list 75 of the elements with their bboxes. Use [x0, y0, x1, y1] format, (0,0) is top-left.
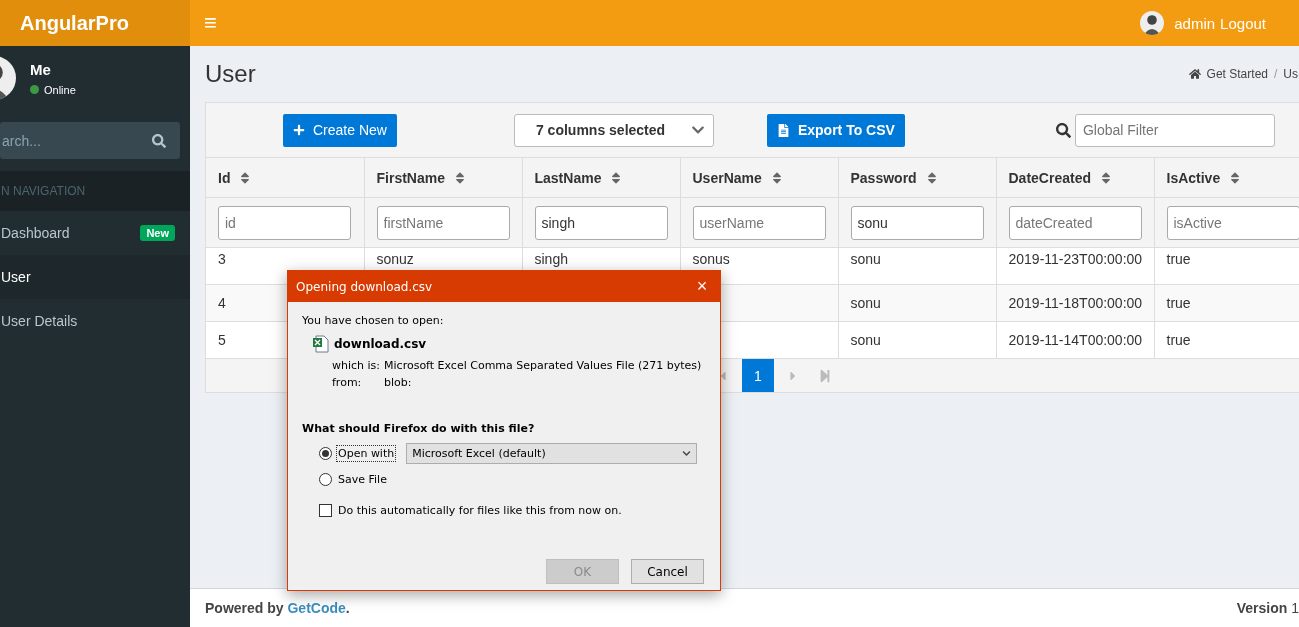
- option-label[interactable]: Open with: [336, 445, 397, 462]
- column-header[interactable]: IsActive: [1154, 157, 1299, 198]
- table-cell: 5: [218, 332, 226, 348]
- new-badge: New: [140, 225, 175, 241]
- column-filter-field[interactable]: firstName: [376, 205, 510, 240]
- column-filter-field[interactable]: userName: [692, 205, 826, 240]
- column-header[interactable]: Password: [838, 157, 996, 198]
- column-filter-field[interactable]: sonu: [850, 205, 984, 240]
- dialog-button[interactable]: Cancel: [631, 559, 704, 584]
- file-type: Microsoft Excel Comma Separated Values File (271 bytes): [384, 359, 703, 372]
- sidebar-search-field[interactable]: arch...: [0, 122, 180, 159]
- table-cell: true: [1166, 251, 1191, 267]
- columns-dropdown[interactable]: 7 columns selected: [513, 113, 714, 147]
- search-input[interactable]: arch...: [0, 131, 120, 150]
- file-icon: [776, 123, 790, 137]
- checkbox[interactable]: [319, 504, 332, 517]
- user-name: Me: [30, 60, 52, 78]
- table-cell: sonu: [850, 295, 881, 311]
- table-cell: 4: [218, 295, 226, 311]
- search-icon[interactable]: [152, 133, 166, 148]
- breadcrumb-link[interactable]: Us: [1283, 67, 1298, 81]
- create-new-button[interactable]: Create New: [283, 113, 397, 147]
- global-filter-field[interactable]: Global Filter: [1074, 113, 1275, 147]
- column-filter-field[interactable]: id: [218, 205, 351, 240]
- status-dot: [30, 85, 39, 94]
- chevron-down-icon: [682, 449, 692, 458]
- table-cell: singh: [534, 251, 568, 267]
- status-text: Online: [44, 83, 76, 96]
- application-select[interactable]: Microsoft Excel (default): [406, 443, 698, 464]
- radio-button[interactable]: [319, 447, 332, 460]
- dialog-question: What should Firefox do with this file?: [302, 422, 536, 435]
- table-cell: sonus: [692, 251, 730, 267]
- checkbox-label[interactable]: Do this automatically for files like this from now on.: [336, 502, 624, 519]
- column-header[interactable]: UserName: [680, 157, 838, 198]
- table-cell: 2019-11-18T00:00:00: [1008, 295, 1143, 311]
- column-header[interactable]: FirstName: [364, 157, 522, 198]
- user-avatar: [1140, 11, 1165, 35]
- footer-text: Powered by GetCode.: [205, 600, 350, 616]
- footer-link[interactable]: GetCode: [287, 600, 346, 616]
- column-filter-field[interactable]: singh: [534, 205, 668, 240]
- column-filter-field[interactable]: dateCreated: [1008, 205, 1142, 240]
- close-button[interactable]: ×: [692, 276, 712, 297]
- table-cell: sonu: [850, 332, 881, 348]
- table-cell: true: [1166, 332, 1191, 348]
- home-icon: [1188, 68, 1201, 80]
- section-header: N NAVIGATION: [0, 171, 190, 211]
- column-filter-field[interactable]: isActive: [1166, 205, 1299, 240]
- breadcrumb-separator: /: [1274, 67, 1278, 81]
- table-cell: sonuz: [376, 251, 414, 267]
- plus-icon: [293, 124, 305, 136]
- file-name: download.csv: [334, 337, 427, 351]
- version-text: Version 1: [1236, 600, 1299, 616]
- column-header[interactable]: DateCreated: [996, 157, 1154, 198]
- sort-icon[interactable]: [1099, 170, 1113, 185]
- table-cell: true: [1166, 295, 1191, 311]
- dialog-text: You have chosen to open:: [302, 314, 445, 327]
- table-cell: 2019-11-23T00:00:00: [1008, 251, 1143, 267]
- column-header[interactable]: LastName: [522, 157, 680, 198]
- table-cell: 3: [218, 251, 226, 267]
- page-title: User: [205, 60, 256, 88]
- page-button[interactable]: 1: [742, 359, 774, 392]
- table-cell: sonu: [850, 251, 881, 267]
- table-cell: 2019-11-14T00:00:00: [1008, 332, 1143, 348]
- file-source: blob:: [384, 376, 413, 389]
- dialog-title: Opening download.csv: [296, 279, 433, 294]
- breadcrumb-link[interactable]: Get Started: [1206, 67, 1268, 81]
- column-header[interactable]: Id: [206, 157, 364, 198]
- option-label[interactable]: Save File: [336, 471, 389, 488]
- info-label: which is:: [332, 359, 381, 372]
- radio-button[interactable]: [319, 473, 332, 486]
- sidebar-item[interactable]: User: [0, 255, 190, 299]
- info-label: from:: [332, 376, 363, 389]
- search-icon: [1055, 122, 1071, 138]
- export-csv-button[interactable]: Export To CSV: [766, 113, 905, 147]
- spreadsheet-file-icon: [312, 335, 330, 353]
